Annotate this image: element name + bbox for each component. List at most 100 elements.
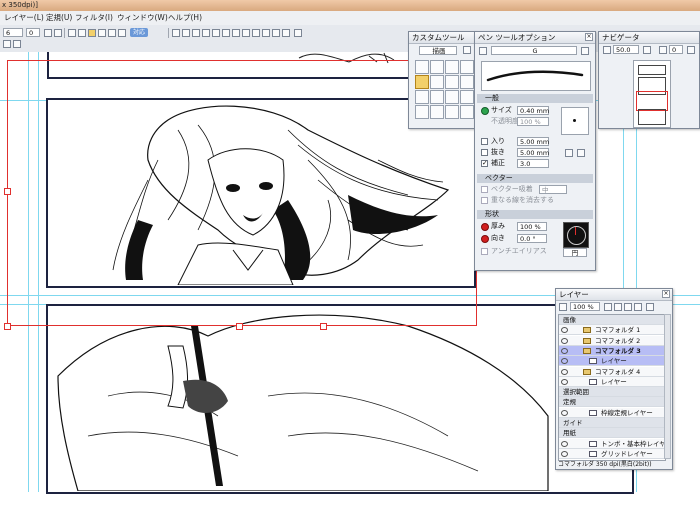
tip-shape-select[interactable]: 円 (563, 248, 587, 257)
layer-opacity-field[interactable]: 100 % (570, 302, 600, 311)
custom-tool-palette[interactable]: カスタムツール 描画 (408, 31, 476, 129)
layer-row[interactable]: 画像 (559, 315, 665, 325)
rotate-right-icon[interactable] (687, 46, 695, 54)
snap-icon[interactable] (68, 29, 76, 37)
transform-frame[interactable] (7, 60, 477, 326)
pen-options-titlebar[interactable]: ペン ツールオプション × (475, 32, 595, 44)
frame-icon[interactable] (252, 29, 260, 37)
blank-icon[interactable] (445, 105, 459, 119)
hand-icon[interactable] (415, 60, 429, 74)
tool-mode-select[interactable]: 描画 (419, 46, 457, 55)
parallel-icon[interactable] (202, 29, 210, 37)
layer-icon[interactable] (98, 29, 106, 37)
vector-absorb-checkbox[interactable] (481, 186, 488, 193)
fill-icon[interactable] (460, 90, 474, 104)
layer-menu-icon[interactable] (646, 303, 654, 311)
zoom-icon[interactable] (445, 60, 459, 74)
concentric-icon[interactable] (192, 29, 200, 37)
rotate-left-icon[interactable] (659, 46, 667, 54)
zoom-out-icon[interactable] (603, 46, 611, 54)
close-icon[interactable]: × (585, 33, 593, 41)
transform-handle[interactable] (236, 323, 243, 330)
layer-row[interactable]: コマフォルダ 4 (559, 366, 665, 377)
loupe-icon[interactable] (460, 60, 474, 74)
manga-panel-3[interactable] (46, 304, 634, 494)
layer-row[interactable]: 用紙 (559, 428, 665, 439)
tool-settings-icon[interactable] (463, 46, 471, 54)
tip-direction-dial[interactable] (563, 222, 589, 248)
layer-row[interactable]: 選択範囲 (559, 387, 665, 398)
navigator-zoom-field[interactable]: 50.0 (613, 45, 639, 54)
layer-row[interactable]: 枠線定規レイヤー (559, 407, 665, 418)
layer-row[interactable]: 定規 (559, 397, 665, 408)
scroll-icon[interactable] (294, 29, 302, 37)
navigator-rotation-field[interactable]: 0 (669, 45, 683, 54)
section-general[interactable]: 一般 (477, 94, 593, 103)
antialias-checkbox[interactable] (481, 248, 488, 255)
transform-handle[interactable] (4, 323, 11, 330)
close-icon[interactable]: × (662, 290, 670, 298)
out-checkbox[interactable] (481, 149, 488, 156)
eye-icon[interactable] (561, 327, 568, 334)
layer-scrollbar[interactable] (664, 314, 671, 459)
lock-icon[interactable] (44, 29, 52, 37)
ruler-guide-icon[interactable] (172, 29, 180, 37)
guide-icon[interactable] (242, 29, 250, 37)
layer-row[interactable]: グリッドレイヤー (559, 448, 665, 459)
crop-icon[interactable] (262, 29, 270, 37)
pointer-icon[interactable] (3, 40, 11, 48)
correction-field[interactable]: 3.0 (517, 159, 549, 168)
perspective-icon[interactable] (182, 29, 190, 37)
airbrush-icon[interactable] (460, 75, 474, 89)
navigator-view-rect[interactable] (636, 91, 668, 111)
opacity-field[interactable]: 100 % (517, 117, 549, 126)
layer-row[interactable]: コマフォルダ 3 (559, 345, 665, 356)
gradient-icon[interactable] (430, 105, 444, 119)
ruler-icon[interactable] (78, 29, 86, 37)
in-field[interactable]: 5.00 mm (517, 137, 549, 146)
erase-overlap-checkbox[interactable] (481, 197, 488, 204)
zoom-in-icon[interactable] (643, 46, 651, 54)
section-shape[interactable]: 形状 (477, 210, 593, 219)
menu-window[interactable]: ウィンドウ(W) (117, 11, 168, 25)
layer-row[interactable]: ガイド (559, 418, 665, 428)
eye-icon[interactable] (561, 440, 568, 447)
size-field[interactable]: 0.40 mm (517, 106, 549, 115)
magnet-icon[interactable] (232, 29, 240, 37)
pressure-graph-icon[interactable] (577, 149, 585, 157)
preset-menu-icon[interactable] (581, 47, 589, 55)
eye-icon[interactable] (561, 337, 568, 344)
eye-icon[interactable] (561, 358, 568, 365)
duplicate-layer-icon[interactable] (624, 303, 632, 311)
eraser-pen-icon[interactable] (430, 90, 444, 104)
layer-row[interactable]: レイヤー (559, 356, 665, 367)
new-folder-icon[interactable] (614, 303, 622, 311)
delete-layer-icon[interactable] (634, 303, 642, 311)
menu-help[interactable]: ヘルプ(H) (168, 11, 202, 25)
navigator-palette[interactable]: ナビゲータ 50.0 0 (598, 31, 700, 129)
pen-options-palette[interactable]: ペン ツールオプション × G 一般 サイズ 0.40 mm 不透明度 100 … (474, 31, 596, 271)
eye-icon[interactable] (561, 378, 568, 385)
view-icon[interactable] (282, 29, 290, 37)
eye-icon[interactable] (561, 347, 568, 354)
layer-row[interactable]: トンボ・基本枠レイヤー (559, 438, 665, 449)
toolbar-field-mid[interactable]: 0 (26, 28, 40, 37)
grid-icon[interactable] (54, 29, 62, 37)
marker-icon[interactable] (415, 90, 429, 104)
layer-palette[interactable]: レイヤー × 100 % 画像 コマフォルダ 1 コマフォルダ 2 コマフォルダ 3レ… (555, 288, 673, 470)
menu-filter[interactable]: フィルタ(I) (75, 11, 113, 25)
pencil-icon[interactable] (430, 75, 444, 89)
brush-icon[interactable] (445, 75, 459, 89)
direction-field[interactable]: 0.0 ° (517, 234, 547, 243)
grid-toggle-icon[interactable] (222, 29, 230, 37)
toolbar-badge[interactable]: 対応 (130, 28, 149, 37)
layer-mode-icon[interactable] (559, 303, 567, 311)
out-field[interactable]: 5.00 mm (517, 148, 549, 157)
transform-handle[interactable] (320, 323, 327, 330)
move-icon[interactable] (13, 40, 21, 48)
section-vector[interactable]: ベクター (477, 174, 593, 183)
vector-absorb-select[interactable]: 中 (539, 185, 567, 194)
rotate-icon[interactable] (430, 60, 444, 74)
toolbar-field-left[interactable]: 6 (3, 28, 23, 37)
layer-row[interactable]: コマフォルダ 2 (559, 335, 665, 346)
